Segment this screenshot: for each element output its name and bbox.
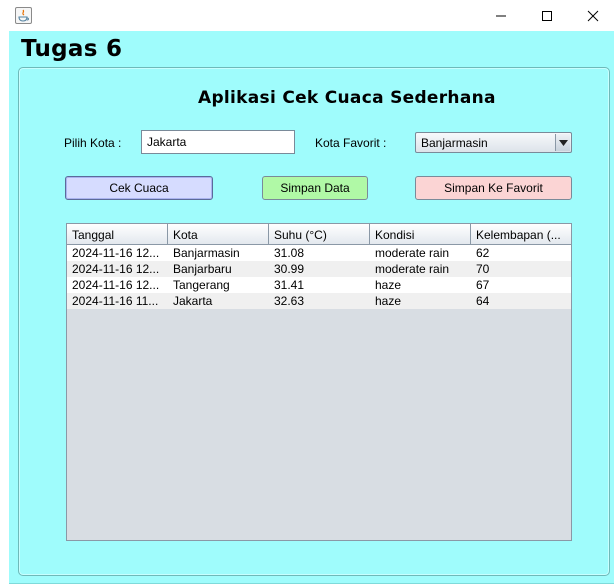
cell-temperature: 32.63: [274, 294, 305, 308]
save-data-button[interactable]: Simpan Data: [262, 176, 368, 200]
table-row[interactable]: 2024-11-16 12... Tangerang 31.41 haze 67: [67, 277, 571, 293]
check-weather-button[interactable]: Cek Cuaca: [65, 176, 213, 200]
minimize-button[interactable]: [478, 0, 524, 31]
weather-panel: Aplikasi Cek Cuaca Sederhana Pilih Kota …: [18, 67, 610, 576]
cell-city: Banjarmasin: [173, 246, 240, 260]
content-area: Tugas 6 Aplikasi Cek Cuaca Sederhana Pil…: [9, 31, 614, 584]
table-row[interactable]: 2024-11-16 12... Banjarmasin 31.08 moder…: [67, 245, 571, 261]
favorite-city-value: Banjarmasin: [421, 136, 488, 150]
column-header-temperature[interactable]: Suhu (°C): [269, 224, 370, 245]
cell-temperature: 30.99: [274, 262, 305, 276]
table-body: 2024-11-16 12... Banjarmasin 31.08 moder…: [67, 245, 571, 309]
column-header-condition[interactable]: Kondisi: [370, 224, 471, 245]
app-title: Aplikasi Cek Cuaca Sederhana: [198, 88, 496, 108]
cell-humidity: 62: [476, 246, 490, 260]
cell-condition: moderate rain: [375, 262, 450, 276]
page-heading: Tugas 6: [21, 36, 123, 62]
favorite-city-select[interactable]: Banjarmasin: [415, 132, 572, 153]
table-header: Tanggal Kota Suhu (°C) Kondisi Kelembapa…: [67, 224, 571, 245]
minimize-icon: [496, 15, 506, 16]
column-header-humidity[interactable]: Kelembapan (...: [471, 224, 571, 245]
maximize-button[interactable]: [524, 0, 570, 31]
close-icon: [587, 10, 599, 21]
favorite-city-label: Kota Favorit :: [315, 136, 387, 150]
column-header-city[interactable]: Kota: [168, 224, 269, 245]
table-row[interactable]: 2024-11-16 11... Jakarta 32.63 haze 64: [67, 293, 571, 309]
dropdown-arrow-icon[interactable]: [555, 134, 570, 151]
cell-humidity: 67: [476, 278, 490, 292]
cell-city: Jakarta: [173, 294, 213, 308]
cell-condition: haze: [375, 278, 402, 292]
cell-date: 2024-11-16 12...: [72, 278, 160, 292]
cell-date: 2024-11-16 12...: [72, 246, 160, 260]
cell-condition: haze: [375, 294, 402, 308]
java-icon[interactable]: [15, 7, 32, 24]
cell-temperature: 31.08: [274, 246, 305, 260]
cell-city: Banjarbaru: [173, 262, 232, 276]
cell-humidity: 64: [476, 294, 490, 308]
cell-temperature: 31.41: [274, 278, 305, 292]
save-favorite-button[interactable]: Simpan Ke Favorit: [415, 176, 572, 200]
city-input[interactable]: [141, 130, 295, 154]
app-window: Tugas 6 Aplikasi Cek Cuaca Sederhana Pil…: [0, 0, 616, 586]
weather-table[interactable]: Tanggal Kota Suhu (°C) Kondisi Kelembapa…: [66, 223, 572, 541]
table-row[interactable]: 2024-11-16 12... Banjarbaru 30.99 modera…: [67, 261, 571, 277]
cell-date: 2024-11-16 11...: [72, 294, 159, 308]
city-label: Pilih Kota :: [64, 136, 122, 150]
cell-city: Tangerang: [173, 278, 230, 292]
column-header-date[interactable]: Tanggal: [67, 224, 168, 245]
close-button[interactable]: [570, 0, 616, 31]
title-bar: [0, 0, 616, 31]
cell-condition: moderate rain: [375, 246, 450, 260]
cell-humidity: 70: [476, 262, 490, 276]
maximize-icon: [542, 10, 552, 21]
cell-date: 2024-11-16 12...: [72, 262, 160, 276]
